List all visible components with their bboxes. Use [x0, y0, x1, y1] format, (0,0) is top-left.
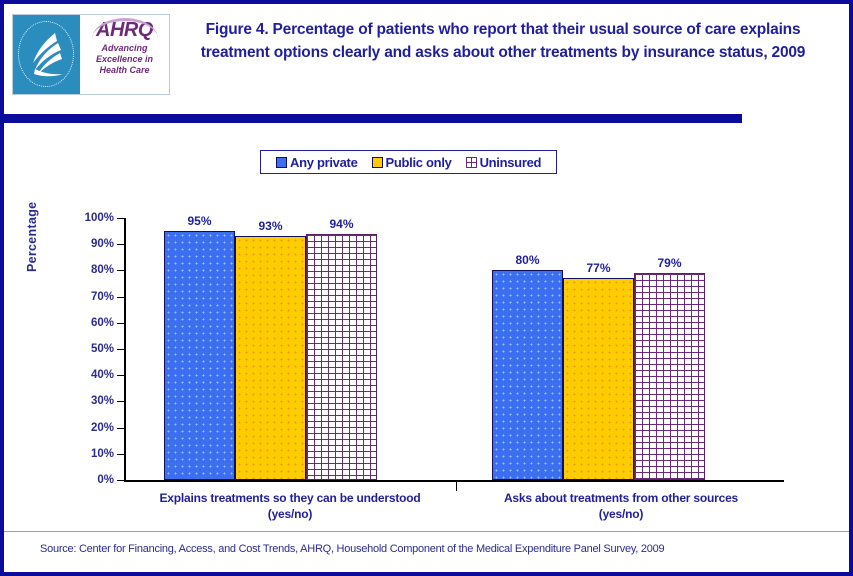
bar-any-private-group-1 — [164, 231, 235, 480]
bar-value-label-uninsured-group-2: 79% — [657, 256, 682, 271]
source-note: Source: Center for Financing, Access, an… — [40, 543, 665, 555]
bar-value-label-uninsured-group-1: 94% — [329, 216, 354, 231]
footer-divider-rule — [4, 531, 849, 532]
y-axis-tick-mark — [117, 480, 124, 481]
bar-value-label-any-private-group-2: 80% — [515, 253, 540, 268]
bar-public-only-group-1 — [235, 236, 306, 480]
bar-any-private-group-2 — [492, 270, 563, 480]
y-axis-tick-mark — [117, 454, 124, 455]
y-axis-tick-mark — [117, 270, 124, 271]
x-axis-line — [124, 480, 784, 482]
bar-value-label-public-only-group-2: 77% — [586, 261, 611, 276]
x-axis-category-label-line: Explains treatments so they can be under… — [159, 491, 421, 505]
x-axis-category-label-2: Asks about treatments from other sources… — [456, 490, 786, 522]
x-axis-category-label-line: Asks about treatments from other sources — [503, 491, 739, 505]
y-axis-tick-mark — [117, 349, 124, 350]
y-axis-tick-mark — [117, 244, 124, 245]
y-axis-tick-mark — [117, 218, 124, 219]
x-axis-category-label-1: Explains treatments so they can be under… — [124, 490, 456, 522]
bar-uninsured-group-1 — [306, 233, 377, 480]
x-axis-category-label-line: (yes/no) — [598, 507, 644, 521]
bar-uninsured-group-2 — [634, 273, 705, 480]
bar-value-label-public-only-group-1: 93% — [258, 219, 283, 234]
bar-public-only-group-2 — [563, 278, 634, 480]
y-axis-tick-mark — [117, 323, 124, 324]
y-axis-tick-mark — [117, 401, 124, 402]
y-axis-tick-mark — [117, 428, 124, 429]
bar-chart-plot: Percentage 100% 90% 80% 70% 60% 50% 40% 30% 20% 1… — [4, 4, 849, 572]
y-axis-tick-mark — [117, 375, 124, 376]
figure-page: AHRQ Advancing Excellence in Health Care… — [0, 0, 853, 576]
bar-value-label-any-private-group-1: 95% — [187, 214, 212, 229]
bars-layer: 95% 93% 94% 80% 77% 79% — [4, 214, 849, 480]
y-axis-tick-mark — [117, 297, 124, 298]
x-axis-category-label-line: (yes/no) — [267, 507, 313, 521]
